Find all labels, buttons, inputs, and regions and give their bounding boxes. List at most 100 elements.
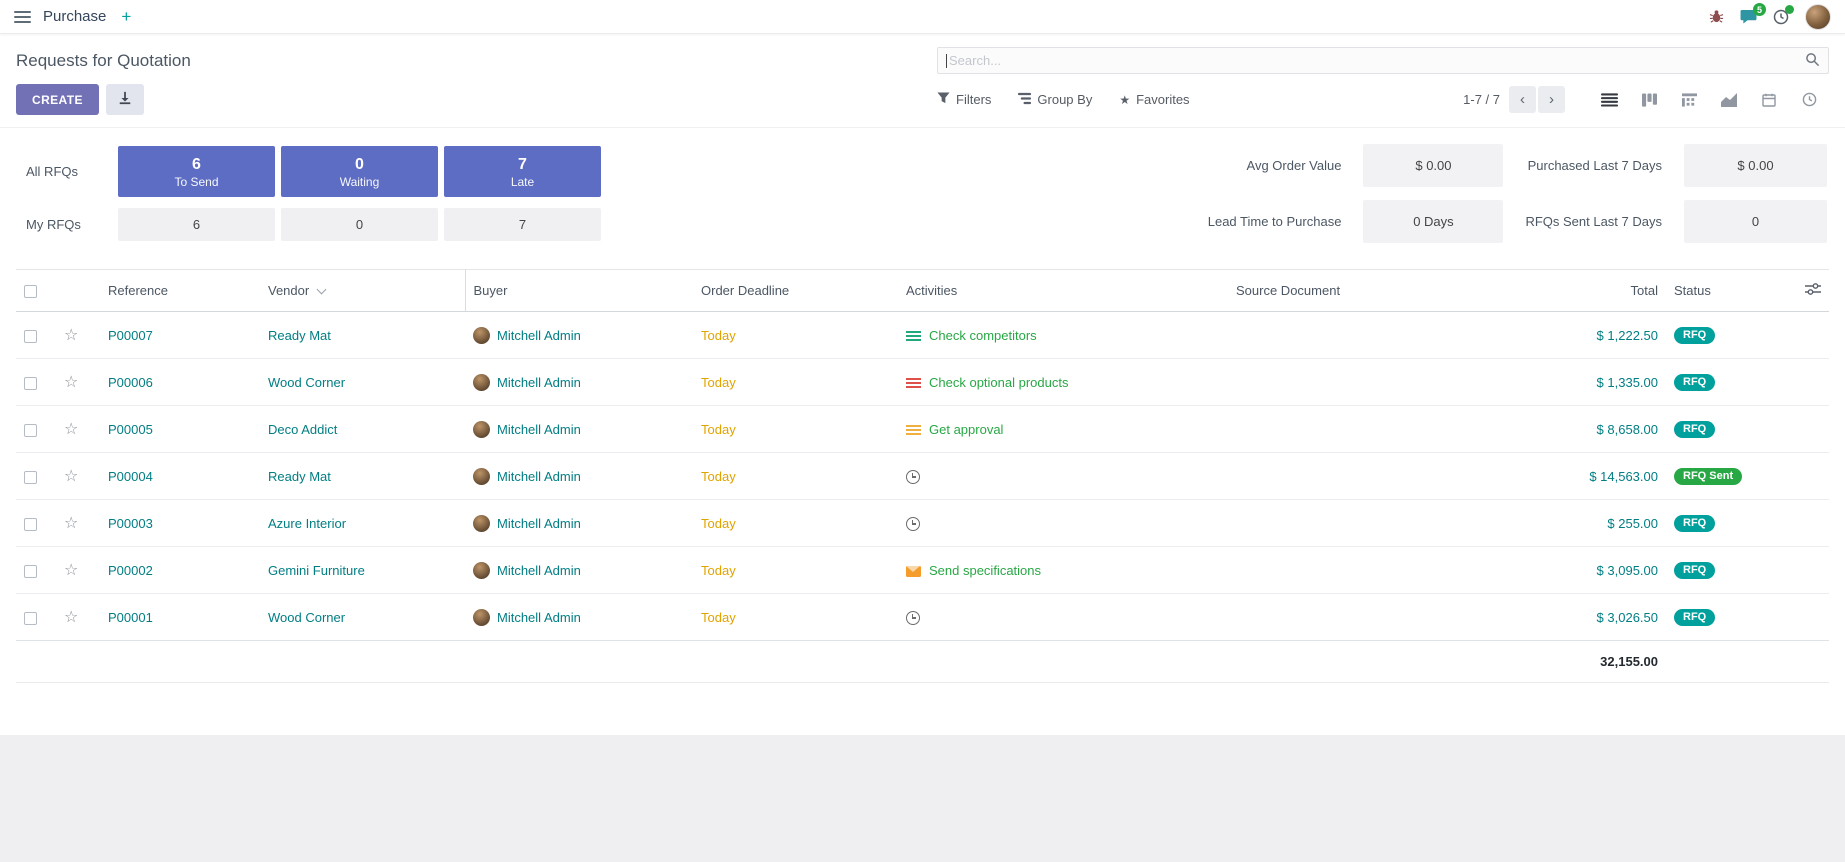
- vendor-link[interactable]: Gemini Furniture: [268, 563, 365, 578]
- user-avatar[interactable]: [1805, 4, 1831, 30]
- tile-late[interactable]: 7 Late: [444, 146, 601, 197]
- list-view-button[interactable]: [1589, 85, 1629, 114]
- all-rfqs-label[interactable]: All RFQs: [16, 164, 112, 179]
- column-header-total[interactable]: Total: [1476, 270, 1666, 312]
- new-tab-button[interactable]: +: [121, 8, 131, 25]
- column-header-buyer[interactable]: Buyer: [465, 270, 693, 312]
- menu-icon[interactable]: [14, 11, 31, 23]
- search-icon[interactable]: [1805, 52, 1820, 70]
- buyer-name: Mitchell Admin: [497, 610, 581, 625]
- column-header-source-document[interactable]: Source Document: [1228, 270, 1476, 312]
- activity-cell[interactable]: [898, 453, 1228, 500]
- reference-link[interactable]: P00003: [108, 516, 153, 531]
- vendor-link[interactable]: Ready Mat: [268, 328, 331, 343]
- table-header-row: Reference Vendor Buyer Order Deadline Ac…: [16, 270, 1829, 312]
- search-input[interactable]: [949, 53, 1805, 68]
- my-tile-waiting[interactable]: 0: [281, 208, 438, 241]
- row-star-cell[interactable]: [56, 547, 100, 594]
- tile-to-send[interactable]: 6 To Send: [118, 146, 275, 197]
- select-all-checkbox[interactable]: [16, 270, 56, 312]
- activity-view-button[interactable]: [1789, 85, 1829, 114]
- row-star-cell[interactable]: [56, 359, 100, 406]
- row-select-cell[interactable]: [16, 453, 56, 500]
- filters-button[interactable]: Filters: [937, 92, 991, 108]
- activity-cell[interactable]: [898, 500, 1228, 547]
- row-star-cell[interactable]: [56, 453, 100, 500]
- reference-link[interactable]: P00007: [108, 328, 153, 343]
- row-star-cell[interactable]: [56, 406, 100, 453]
- favorite-star-icon[interactable]: [64, 610, 78, 625]
- calendar-view-button[interactable]: [1749, 85, 1789, 114]
- vendor-link[interactable]: Ready Mat: [268, 469, 331, 484]
- table-row[interactable]: P00005 Deco Addict Mitchell Admin Today …: [16, 406, 1829, 453]
- messages-icon[interactable]: 5: [1740, 9, 1757, 24]
- row-checkbox[interactable]: [24, 424, 37, 437]
- reference-link[interactable]: P00001: [108, 610, 153, 625]
- graph-view-button[interactable]: [1709, 85, 1749, 114]
- pager-next-button[interactable]: [1538, 86, 1565, 113]
- create-button[interactable]: CREATE: [16, 84, 99, 115]
- row-checkbox[interactable]: [24, 518, 37, 531]
- column-header-vendor[interactable]: Vendor: [260, 270, 465, 312]
- bug-icon[interactable]: [1709, 9, 1724, 24]
- favorite-star-icon[interactable]: [64, 563, 78, 578]
- reference-link[interactable]: P00005: [108, 422, 153, 437]
- activity-cell[interactable]: Send specifications: [898, 547, 1228, 594]
- column-header-activities[interactable]: Activities: [898, 270, 1228, 312]
- app-name[interactable]: Purchase: [43, 8, 106, 25]
- reference-link[interactable]: P00004: [108, 469, 153, 484]
- column-header-reference[interactable]: Reference: [100, 270, 260, 312]
- export-button[interactable]: [106, 84, 144, 115]
- reference-link[interactable]: P00006: [108, 375, 153, 390]
- pager-previous-button[interactable]: [1509, 86, 1536, 113]
- row-checkbox[interactable]: [24, 471, 37, 484]
- table-row[interactable]: P00004 Ready Mat Mitchell Admin Today $ …: [16, 453, 1829, 500]
- column-options-icon[interactable]: [1784, 270, 1829, 312]
- activity-cell[interactable]: Get approval: [898, 406, 1228, 453]
- row-checkbox[interactable]: [24, 565, 37, 578]
- row-select-cell[interactable]: [16, 312, 56, 359]
- kanban-view-button[interactable]: [1629, 85, 1669, 114]
- favorite-star-icon[interactable]: [64, 516, 78, 531]
- vendor-link[interactable]: Azure Interior: [268, 516, 346, 531]
- group-by-button[interactable]: Group By: [1018, 92, 1092, 108]
- row-select-cell[interactable]: [16, 359, 56, 406]
- favorites-button[interactable]: ★ Favorites: [1119, 92, 1189, 107]
- my-tile-late[interactable]: 7: [444, 208, 601, 241]
- row-select-cell[interactable]: [16, 406, 56, 453]
- reference-link[interactable]: P00002: [108, 563, 153, 578]
- activity-cell[interactable]: Check optional products: [898, 359, 1228, 406]
- row-star-cell[interactable]: [56, 594, 100, 641]
- my-rfqs-label[interactable]: My RFQs: [16, 217, 112, 232]
- table-row[interactable]: P00001 Wood Corner Mitchell Admin Today …: [16, 594, 1829, 641]
- favorite-star-icon[interactable]: [64, 422, 78, 437]
- status-badge: RFQ: [1674, 609, 1715, 626]
- table-row[interactable]: P00003 Azure Interior Mitchell Admin Tod…: [16, 500, 1829, 547]
- vendor-link[interactable]: Wood Corner: [268, 375, 345, 390]
- my-tile-to-send[interactable]: 6: [118, 208, 275, 241]
- row-select-cell[interactable]: [16, 500, 56, 547]
- activities-icon[interactable]: [1773, 9, 1789, 25]
- favorite-star-icon[interactable]: [64, 328, 78, 343]
- column-header-order-deadline[interactable]: Order Deadline: [693, 270, 898, 312]
- vendor-link[interactable]: Deco Addict: [268, 422, 337, 437]
- favorite-star-icon[interactable]: [64, 469, 78, 484]
- tile-waiting[interactable]: 0 Waiting: [281, 146, 438, 197]
- row-select-cell[interactable]: [16, 547, 56, 594]
- column-header-status[interactable]: Status: [1666, 270, 1784, 312]
- row-select-cell[interactable]: [16, 594, 56, 641]
- row-star-cell[interactable]: [56, 312, 100, 359]
- row-checkbox[interactable]: [24, 612, 37, 625]
- pivot-view-button[interactable]: [1669, 85, 1709, 114]
- table-row[interactable]: P00002 Gemini Furniture Mitchell Admin T…: [16, 547, 1829, 594]
- table-row[interactable]: P00007 Ready Mat Mitchell Admin Today Ch…: [16, 312, 1829, 359]
- table-row[interactable]: P00006 Wood Corner Mitchell Admin Today …: [16, 359, 1829, 406]
- search-box[interactable]: [937, 47, 1829, 74]
- activity-cell[interactable]: [898, 594, 1228, 641]
- vendor-link[interactable]: Wood Corner: [268, 610, 345, 625]
- activity-cell[interactable]: Check competitors: [898, 312, 1228, 359]
- row-star-cell[interactable]: [56, 500, 100, 547]
- favorite-star-icon[interactable]: [64, 375, 78, 390]
- row-checkbox[interactable]: [24, 377, 37, 390]
- row-checkbox[interactable]: [24, 330, 37, 343]
